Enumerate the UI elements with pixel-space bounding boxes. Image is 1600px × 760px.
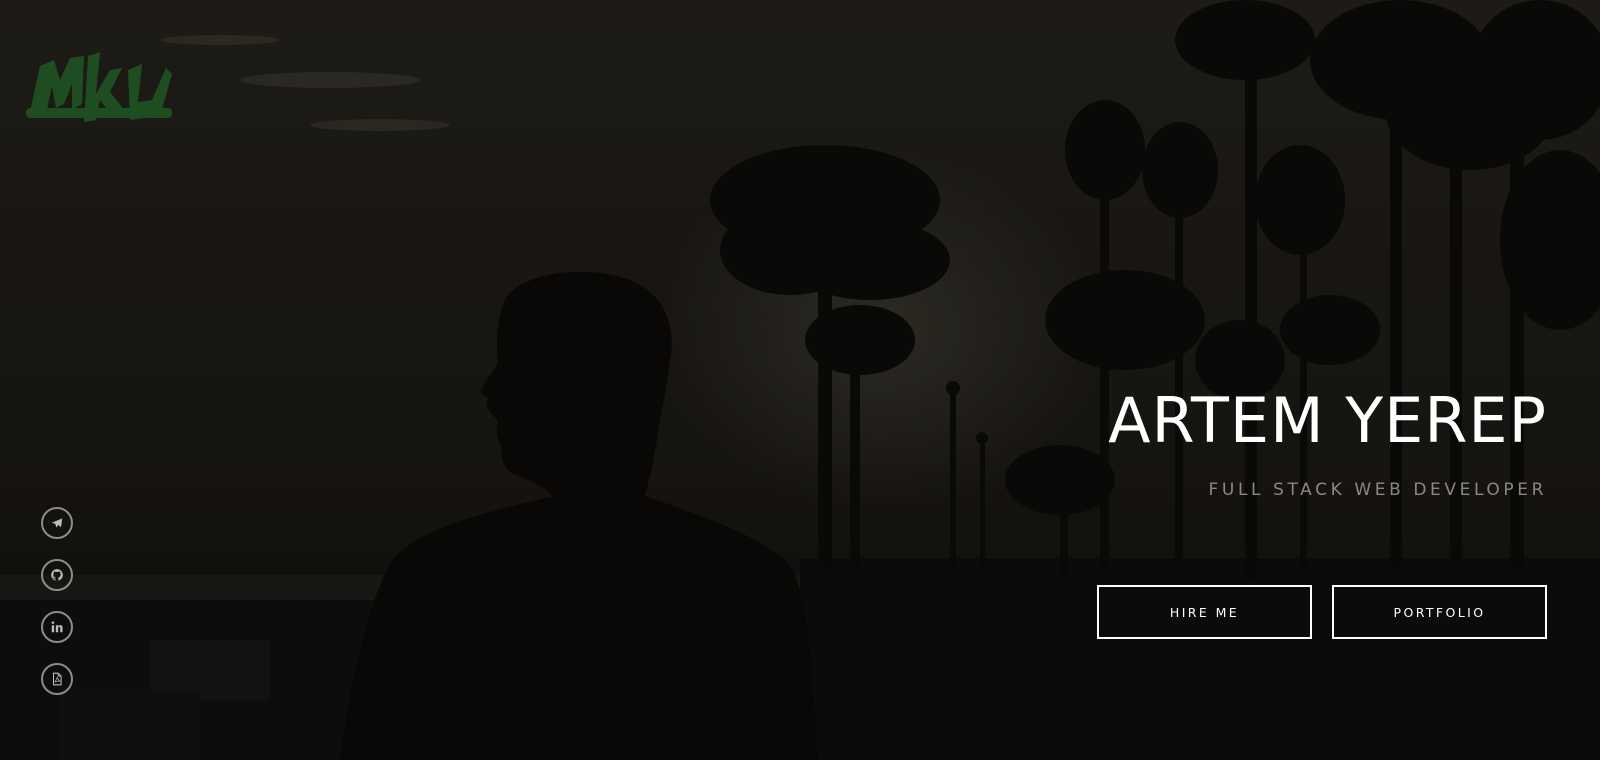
github-icon xyxy=(51,569,63,581)
hero-section: ARTEM YEREP FULL STACK WEB DEVELOPER HIR… xyxy=(0,0,1600,760)
linkedin-icon xyxy=(51,621,63,633)
resume-pdf-link[interactable] xyxy=(41,663,73,695)
linkedin-link[interactable] xyxy=(41,611,73,643)
site-logo[interactable] xyxy=(26,30,174,134)
hero-intro: ARTEM YEREP FULL STACK WEB DEVELOPER xyxy=(1108,384,1547,500)
hire-me-button[interactable]: HIRE ME xyxy=(1097,585,1312,639)
hero-name: ARTEM YEREP xyxy=(1108,384,1547,457)
portfolio-button[interactable]: PORTFOLIO xyxy=(1332,585,1547,639)
social-links xyxy=(41,507,73,695)
graffiti-logo-icon xyxy=(26,52,172,122)
telegram-icon xyxy=(51,518,63,528)
hero-actions: HIRE ME PORTFOLIO xyxy=(1097,585,1547,639)
github-link[interactable] xyxy=(41,559,73,591)
telegram-link[interactable] xyxy=(41,507,73,539)
hero-role: FULL STACK WEB DEVELOPER xyxy=(1208,480,1547,500)
pdf-resume-icon xyxy=(52,672,62,686)
hero-dark-overlay xyxy=(0,0,1600,760)
